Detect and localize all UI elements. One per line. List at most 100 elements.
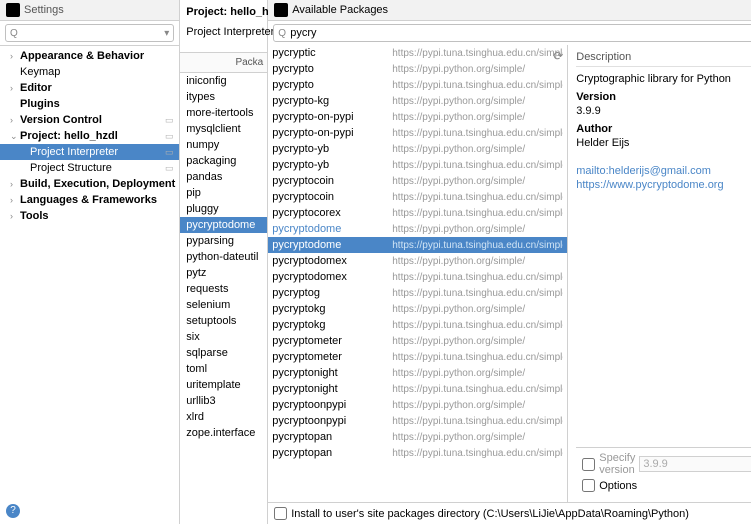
package-result-row[interactable]: pycryptometerhttps://pypi.tuna.tsinghua.… [268, 349, 567, 365]
installed-package-row[interactable]: selenium [180, 297, 267, 313]
installed-package-row[interactable]: six [180, 329, 267, 345]
package-name: pycrypto-yb [272, 143, 392, 155]
tree-project-interpreter[interactable]: Project Interpreter▭ [0, 144, 179, 160]
installed-package-row[interactable]: xlrd [180, 409, 267, 425]
installed-package-row[interactable]: sqlparse [180, 345, 267, 361]
package-result-row[interactable]: pycryptoonpypihttps://pypi.python.org/si… [268, 397, 567, 413]
tree-project-structure[interactable]: Project Structure▭ [0, 160, 179, 176]
package-source: https://pypi.tuna.tsinghua.edu.cn/simple… [392, 128, 563, 139]
options-checkbox[interactable] [582, 479, 595, 492]
installed-package-row[interactable]: toml [180, 361, 267, 377]
installed-package-row[interactable]: pip [180, 185, 267, 201]
project-site-link[interactable]: https://www.pycryptodome.org [576, 179, 751, 191]
tree-plugins[interactable]: Plugins [0, 96, 179, 112]
installed-package-row[interactable]: requests [180, 281, 267, 297]
refresh-icon[interactable]: ⟳ [553, 49, 563, 63]
package-result-row[interactable]: pycrypto-ybhttps://pypi.python.org/simpl… [268, 141, 567, 157]
package-name: pycryptoonpypi [272, 415, 392, 427]
package-source: https://pypi.tuna.tsinghua.edu.cn/simple… [392, 448, 563, 459]
installed-package-row[interactable]: pycryptodome [180, 217, 267, 233]
package-source: https://pypi.python.org/simple/ [392, 400, 563, 411]
installed-package-row[interactable]: packaging [180, 153, 267, 169]
package-name: pycryptocoin [272, 175, 392, 187]
tree-project[interactable]: ⌄Project: hello_hzdl▭ [0, 128, 179, 144]
package-name: pycrypto-on-pypi [272, 111, 392, 123]
specify-version-checkbox[interactable] [582, 458, 595, 471]
app-icon [6, 3, 20, 17]
package-source: https://pypi.python.org/simple/ [392, 144, 563, 155]
package-source: https://pypi.python.org/simple/ [392, 96, 563, 107]
package-result-row[interactable]: pycrypto-on-pypihttps://pypi.python.org/… [268, 109, 567, 125]
installed-package-row[interactable]: mysqlclient [180, 121, 267, 137]
installed-package-row[interactable]: python-dateutil [180, 249, 267, 265]
package-col-header: Packa [180, 52, 267, 73]
package-result-row[interactable]: pycryptokghttps://pypi.python.org/simple… [268, 301, 567, 317]
package-name: pycryptokg [272, 319, 392, 331]
chevron-right-icon: › [10, 83, 20, 93]
installed-package-row[interactable]: urllib3 [180, 393, 267, 409]
package-result-row[interactable]: pycryptoghttps://pypi.tuna.tsinghua.edu.… [268, 285, 567, 301]
installed-package-row[interactable]: pyparsing [180, 233, 267, 249]
version-label: Version [576, 91, 751, 103]
tree-appearance[interactable]: ›Appearance & Behavior [0, 48, 179, 64]
chevron-right-icon: › [10, 179, 20, 189]
package-result-row[interactable]: pycryptocoinhttps://pypi.tuna.tsinghua.e… [268, 189, 567, 205]
package-result-row[interactable]: pycryptocoinhttps://pypi.python.org/simp… [268, 173, 567, 189]
install-user-site-row: Install to user's site packages director… [268, 502, 751, 524]
package-result-row[interactable]: pycryptometerhttps://pypi.python.org/sim… [268, 333, 567, 349]
package-name: pycryptic [272, 47, 392, 59]
installed-package-row[interactable]: itypes [180, 89, 267, 105]
package-result-row[interactable]: pycryptohttps://pypi.python.org/simple/ [268, 61, 567, 77]
package-name: pycryptodomex [272, 271, 392, 283]
package-result-row[interactable]: pycryptodomehttps://pypi.tuna.tsinghua.e… [268, 237, 567, 253]
help-icon[interactable]: ? [6, 504, 20, 518]
package-result-row[interactable]: pycryptonighthttps://pypi.python.org/sim… [268, 365, 567, 381]
install-user-site-checkbox[interactable] [274, 507, 287, 520]
package-result-row[interactable]: pycryptohttps://pypi.tuna.tsinghua.edu.c… [268, 77, 567, 93]
author-email-link[interactable]: mailto:helderijs@gmail.com [576, 165, 751, 177]
installed-package-row[interactable]: zope.interface [180, 425, 267, 441]
package-result-row[interactable]: pycryptopanhttps://pypi.python.org/simpl… [268, 429, 567, 445]
tree-tools[interactable]: ›Tools [0, 208, 179, 224]
installed-packages-list[interactable]: iniconfigitypesmore-itertoolsmysqlclient… [180, 73, 267, 524]
package-result-row[interactable]: pycryptopanhttps://pypi.tuna.tsinghua.ed… [268, 445, 567, 461]
package-name: pycryptopan [272, 447, 392, 459]
tree-vcs[interactable]: ›Version Control▭ [0, 112, 179, 128]
package-source: https://pypi.python.org/simple/ [392, 64, 563, 75]
project-badge-icon: ▭ [163, 115, 175, 126]
package-name: pycrypto-kg [272, 95, 392, 107]
package-result-row[interactable]: pycryptonighthttps://pypi.tuna.tsinghua.… [268, 381, 567, 397]
installed-package-row[interactable]: pandas [180, 169, 267, 185]
package-result-row[interactable]: pycrypto-ybhttps://pypi.tuna.tsinghua.ed… [268, 157, 567, 173]
package-result-row[interactable]: pycrypto-kghttps://pypi.python.org/simpl… [268, 93, 567, 109]
package-result-row[interactable]: pycryptodomehttps://pypi.python.org/simp… [268, 221, 567, 237]
tree-editor[interactable]: ›Editor [0, 80, 179, 96]
project-badge-icon: ▭ [163, 147, 175, 158]
package-result-row[interactable]: pycryptichttps://pypi.tuna.tsinghua.edu.… [268, 45, 567, 61]
package-description: Description Cryptographic library for Py… [568, 45, 751, 502]
installed-package-row[interactable]: iniconfig [180, 73, 267, 89]
package-source: https://pypi.tuna.tsinghua.edu.cn/simple… [392, 288, 563, 299]
installed-package-row[interactable]: numpy [180, 137, 267, 153]
installed-package-row[interactable]: uritemplate [180, 377, 267, 393]
installed-package-row[interactable]: pytz [180, 265, 267, 281]
package-result-row[interactable]: pycrypto-on-pypihttps://pypi.tuna.tsingh… [268, 125, 567, 141]
package-result-row[interactable]: pycryptoonpypihttps://pypi.tuna.tsinghua… [268, 413, 567, 429]
installed-package-row[interactable]: pluggy [180, 201, 267, 217]
package-search-results[interactable]: ⟳ pycryptichttps://pypi.tuna.tsinghua.ed… [268, 45, 568, 502]
package-result-row[interactable]: pycryptodomexhttps://pypi.python.org/sim… [268, 253, 567, 269]
installed-package-row[interactable]: setuptools [180, 313, 267, 329]
available-search-input[interactable] [273, 24, 751, 42]
installed-package-row[interactable]: more-itertools [180, 105, 267, 121]
package-result-row[interactable]: pycryptocorexhttps://pypi.tuna.tsinghua.… [268, 205, 567, 221]
tree-langs[interactable]: ›Languages & Frameworks [0, 192, 179, 208]
tree-keymap[interactable]: Keymap [0, 64, 179, 80]
settings-search-input[interactable] [5, 24, 174, 42]
filter-icon[interactable]: ▾ [164, 28, 169, 39]
app-icon [274, 3, 288, 17]
description-text: Cryptographic library for Python [576, 73, 751, 85]
tree-build[interactable]: ›Build, Execution, Deployment [0, 176, 179, 192]
author-label: Author [576, 123, 751, 135]
package-result-row[interactable]: pycryptokghttps://pypi.tuna.tsinghua.edu… [268, 317, 567, 333]
package-result-row[interactable]: pycryptodomexhttps://pypi.tuna.tsinghua.… [268, 269, 567, 285]
